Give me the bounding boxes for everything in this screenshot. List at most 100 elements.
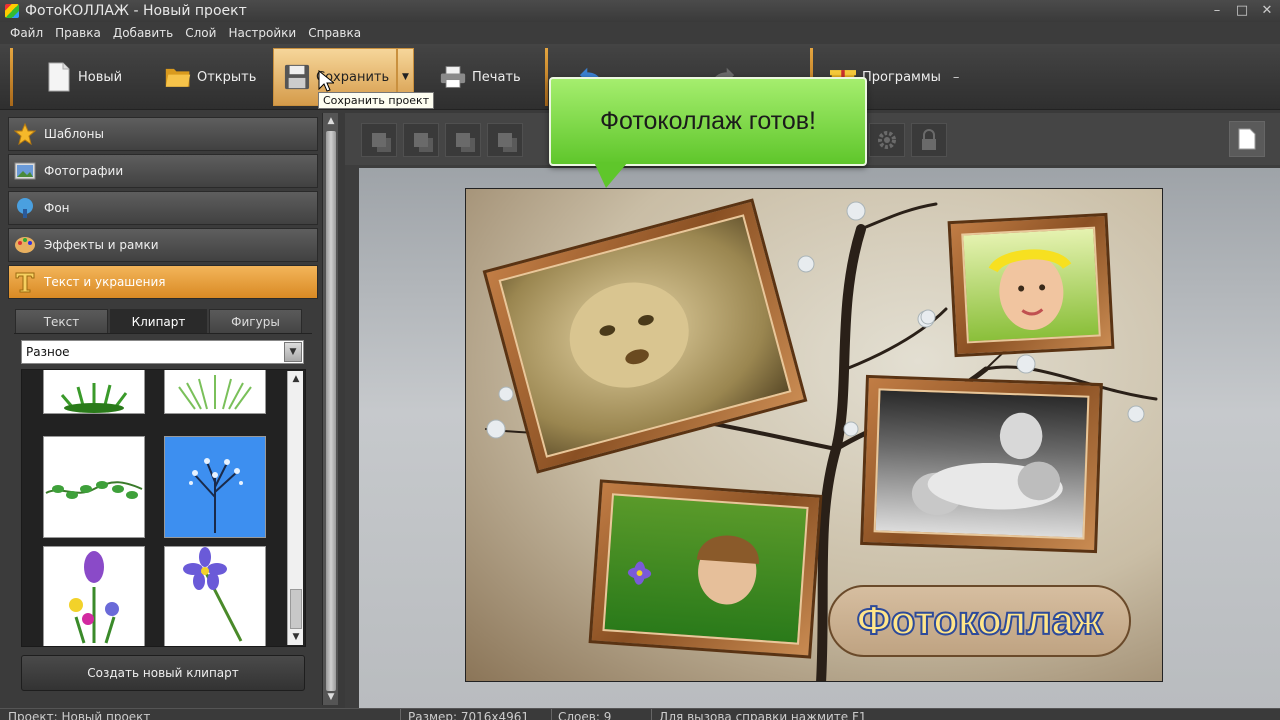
scroll-thumb[interactable] [290, 589, 302, 629]
open-button[interactable]: Открыть [155, 48, 266, 106]
status-help: Для вызова справки нажмите F1 [659, 710, 867, 720]
photo-frame-children[interactable] [860, 374, 1103, 554]
lock-icon [922, 129, 936, 150]
gear-icon [878, 131, 896, 149]
sidebar-item-text-decor[interactable]: Текст и украшения [8, 265, 318, 299]
app-logo-icon [5, 4, 19, 18]
star-icon [14, 123, 36, 145]
scroll-thumb[interactable] [326, 131, 336, 691]
floppy-disk-icon [284, 62, 310, 92]
menu-bar: Файл Правка Добавить Слой Настройки Спра… [0, 22, 1280, 44]
settings-button[interactable] [869, 123, 905, 157]
clipart-flower-tree[interactable] [164, 436, 266, 538]
open-button-label: Открыть [197, 69, 257, 85]
status-bar: Проект: Новый проект Размер: 7016x4961 С… [0, 708, 1280, 720]
mouse-cursor-icon [318, 70, 334, 92]
category-select[interactable]: Разное ▼ [21, 340, 304, 364]
sidebar-item-label: Текст и украшения [44, 275, 166, 289]
clipart-crocus[interactable] [43, 546, 145, 646]
menu-settings[interactable]: Настройки [222, 26, 302, 40]
folder-icon [165, 62, 191, 92]
sidebar-item-label: Шаблоны [44, 127, 104, 141]
left-panel-scrollbar[interactable]: ▲ ▼ [322, 113, 338, 705]
new-page-button[interactable] [1229, 121, 1265, 157]
collage-ready-banner: Фотоколлаж готов! [549, 77, 867, 166]
lock-button[interactable] [911, 123, 947, 157]
status-separator [400, 709, 401, 720]
programs-dropdown-icon[interactable]: – [953, 70, 960, 85]
new-document-icon [46, 62, 72, 92]
programs-button-label: Программы [862, 69, 941, 85]
text-icon [14, 271, 36, 293]
category-value: Разное [26, 345, 70, 359]
menu-add[interactable]: Добавить [107, 26, 179, 40]
menu-edit[interactable]: Правка [49, 26, 107, 40]
status-project: Проект: Новый проект [8, 710, 151, 720]
minimize-button[interactable]: – [1206, 2, 1228, 20]
close-button[interactable]: ✕ [1256, 2, 1278, 20]
window-title: ФотоКОЛЛАЖ - Новый проект [25, 3, 247, 19]
sidebar-item-photos[interactable]: Фотографии [8, 154, 318, 188]
print-button[interactable]: Печать [430, 48, 531, 106]
send-to-back-button[interactable] [487, 123, 523, 157]
toolbar-separator [10, 48, 13, 106]
scroll-down-icon[interactable]: ▼ [323, 690, 339, 704]
clipart-blue-flower[interactable] [164, 546, 266, 646]
photos-icon [14, 160, 36, 182]
sidebar-item-label: Фон [44, 201, 70, 215]
page-icon [1238, 128, 1256, 150]
chevron-down-icon[interactable]: ▼ [284, 342, 302, 362]
save-tooltip: Сохранить проект [318, 92, 435, 109]
clipart-grass-1[interactable] [43, 370, 145, 414]
sidebar-item-effects[interactable]: Эффекты и рамки [8, 228, 318, 262]
tab-divider [14, 333, 312, 334]
create-clipart-button[interactable]: Создать новый клипарт [21, 655, 305, 691]
scroll-up-icon[interactable]: ▲ [323, 114, 339, 128]
photo-frame-girl-flowers[interactable] [947, 212, 1115, 358]
status-separator [651, 709, 652, 720]
status-layers: Слоев: 9 [558, 710, 612, 720]
clipart-scrollbar[interactable]: ▲ ▼ [287, 371, 303, 645]
bring-forward-button[interactable] [403, 123, 439, 157]
layers-icon [456, 133, 470, 147]
status-separator [551, 709, 552, 720]
banner-tail [594, 162, 628, 188]
menu-help[interactable]: Справка [302, 26, 367, 40]
printer-icon [440, 62, 466, 92]
new-button[interactable]: Новый [36, 48, 132, 106]
clipart-vine[interactable] [43, 436, 145, 538]
clipart-gallery [21, 369, 306, 647]
layers-icon [414, 133, 428, 147]
left-panel: Шаблоны Фотографии Фон Эффекты и рамки Т… [0, 110, 322, 708]
sidebar-item-templates[interactable]: Шаблоны [8, 117, 318, 151]
scroll-up-icon[interactable]: ▲ [288, 372, 304, 386]
sidebar-item-label: Эффекты и рамки [44, 238, 159, 252]
layers-icon [498, 133, 512, 147]
bring-to-front-button[interactable] [361, 123, 397, 157]
photo-girl-flowers [961, 226, 1101, 344]
menu-layer[interactable]: Слой [179, 26, 222, 40]
scroll-down-icon[interactable]: ▼ [288, 630, 304, 644]
tab-clipart[interactable]: Клипарт [110, 309, 207, 333]
print-button-label: Печать [472, 69, 521, 85]
maximize-button[interactable]: □ [1231, 2, 1253, 20]
photo-frame-girl-grass[interactable] [588, 479, 823, 659]
photo-children-bw [873, 388, 1090, 540]
collage-title-plaque[interactable]: Фотоколлаж [828, 585, 1131, 657]
status-size: Размер: 7016x4961 [408, 710, 530, 720]
app-window: ФотоКОЛЛАЖ - Новый проект – □ ✕ Файл Пра… [0, 0, 1280, 720]
sidebar-item-background[interactable]: Фон [8, 191, 318, 225]
sidebar-item-label: Фотографии [44, 164, 124, 178]
title-bar: ФотоКОЛЛАЖ - Новый проект – □ ✕ [0, 0, 1280, 22]
palette-icon [14, 234, 36, 256]
tab-text[interactable]: Текст [15, 309, 108, 333]
send-backward-button[interactable] [445, 123, 481, 157]
tab-shapes[interactable]: Фигуры [209, 309, 302, 333]
clipart-grass-2[interactable] [164, 370, 266, 414]
toolbar-separator [545, 48, 548, 106]
menu-file[interactable]: Файл [4, 26, 49, 40]
new-button-label: Новый [78, 69, 123, 85]
layers-icon [372, 133, 386, 147]
photo-girl-grass [602, 493, 809, 645]
paint-icon [14, 197, 36, 219]
